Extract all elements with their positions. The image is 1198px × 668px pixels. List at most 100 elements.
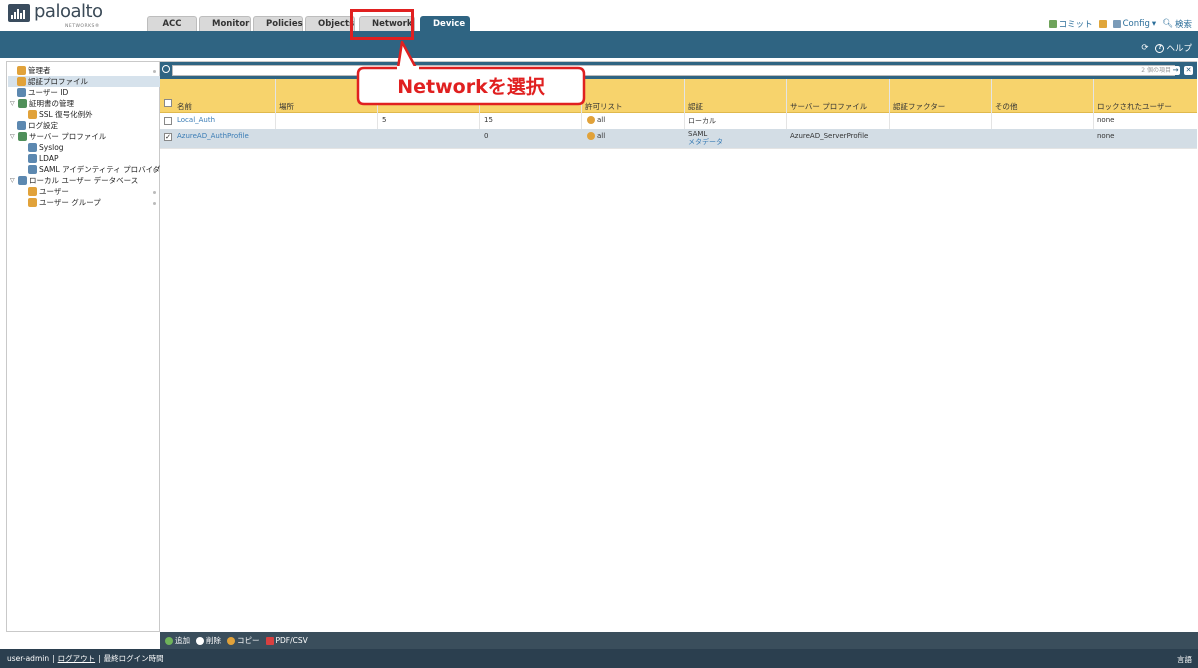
row-allow: all [587, 132, 605, 140]
row-checkbox[interactable]: ✓ [164, 133, 172, 141]
log-icon [17, 121, 26, 130]
sidebar-item-label: 管理者 [28, 66, 51, 75]
database-icon [18, 176, 27, 185]
separator: | [98, 654, 101, 663]
sidebar-item-admins[interactable]: 管理者 [17, 65, 51, 76]
lock-button[interactable] [1098, 20, 1107, 28]
sidebar-item-label: Syslog [39, 143, 64, 152]
row-checkbox[interactable] [164, 117, 172, 125]
commit-label: コミット [1058, 20, 1093, 30]
commit-button[interactable]: コミット [1048, 18, 1093, 30]
sidebar-item-label: ログ設定 [28, 121, 58, 130]
col-other[interactable]: その他 [995, 101, 1018, 112]
col-location[interactable]: 場所 [279, 101, 294, 112]
copy-button[interactable]: コピー [227, 635, 260, 646]
add-icon [165, 636, 173, 645]
tab-objects[interactable]: Objects [305, 16, 355, 31]
expand-arrow-icon[interactable]: ▽ [10, 100, 18, 107]
refresh-icon[interactable]: ⟳ [1141, 43, 1148, 53]
pdf-icon [265, 636, 274, 645]
lock-icon [28, 110, 37, 119]
col-auth-factor[interactable]: 認証ファクター [893, 101, 945, 112]
config-icon [1112, 20, 1121, 28]
col-allow-list[interactable]: 許可リスト [585, 101, 623, 112]
annotation-text: Networkを選択 [397, 76, 545, 98]
sidebar-item-auth-profile[interactable]: 認証プロファイル [8, 76, 160, 87]
delete-button[interactable]: 削除 [196, 635, 221, 646]
admin-icon [17, 66, 26, 75]
copy-icon [227, 636, 235, 645]
last-login-link[interactable]: 最終ログイン時間 [104, 653, 164, 664]
tab-policies[interactable]: Policies [253, 16, 303, 31]
logout-link[interactable]: ログアウト [58, 653, 96, 664]
sidebar-item-label: ローカル ユーザー データベース [29, 176, 139, 185]
status-bar: user-admin | ログアウト | 最終ログイン時間 言語 [0, 649, 1198, 668]
sidebar-item-cert-mgmt[interactable]: ▽ 証明書の管理 [10, 98, 74, 109]
table-row[interactable]: ✓ AzureAD_AuthProfile 0 all SAML メタデータ A… [160, 129, 1197, 149]
apply-filter-icon[interactable]: → [1171, 66, 1180, 75]
expand-arrow-icon[interactable]: ▽ [10, 133, 18, 140]
sidebar-item-label: ユーザー ID [28, 88, 69, 97]
user-group-icon [587, 132, 595, 140]
logo-mark-icon [8, 4, 30, 22]
sidebar-item-log-settings[interactable]: ログ設定 [17, 120, 58, 131]
language-link[interactable]: 言語 [1177, 654, 1192, 665]
sidebar-item-user-id[interactable]: ユーザー ID [17, 87, 68, 98]
saml-icon [28, 165, 37, 174]
user-id-icon [17, 88, 26, 97]
table-header: 名前 場所 許可リスト 認証 サーバー プロファイル 認証ファクター その他 ロ… [160, 79, 1197, 113]
sidebar-item-users[interactable]: ユーザー [28, 186, 69, 197]
clear-filter-icon[interactable]: ✕ [1184, 66, 1193, 75]
sidebar-item-local-user-db[interactable]: ▽ ローカル ユーザー データベース [10, 175, 138, 186]
sidebar-item-saml-idp[interactable]: SAML アイデンティティ プロバイダ [28, 164, 160, 175]
row-name[interactable]: Local_Auth [177, 116, 215, 124]
search-icon: 🔍︎ [1162, 19, 1173, 29]
add-button[interactable]: 追加 [165, 635, 190, 646]
col-name[interactable]: 名前 [177, 101, 192, 112]
sidebar-item-user-groups[interactable]: ユーザー グループ [28, 197, 101, 208]
row-c4: 0 [484, 132, 489, 140]
help-icon: ? [1155, 43, 1165, 53]
user-icon [28, 187, 37, 196]
item-count: 2 個の項目 [1141, 67, 1171, 74]
sidebar-item-label: ユーザー [39, 187, 69, 196]
separator: | [52, 654, 55, 663]
col-server-profile[interactable]: サーバー プロファイル [790, 101, 867, 112]
sidebar-item-ssl-exclusion[interactable]: SSL 復号化例外 [28, 109, 93, 120]
annotation-callout: Networkを選択 [356, 66, 586, 106]
tab-device[interactable]: Device [420, 16, 470, 31]
expand-arrow-icon[interactable]: ▽ [10, 177, 18, 184]
search-button[interactable]: 🔍︎ 検索 [1162, 18, 1192, 30]
sidebar-item-label: SAML アイデンティティ プロバイダ [39, 165, 161, 174]
tab-monitor[interactable]: Monitor [199, 16, 251, 31]
help-button[interactable]: ? ヘルプ [1155, 42, 1192, 54]
delete-icon [196, 636, 204, 645]
commit-icon [1048, 20, 1057, 28]
copy-label: コピー [237, 636, 260, 645]
metadata-link[interactable]: メタデータ [688, 138, 723, 146]
config-dropdown[interactable]: Config ▾ [1112, 19, 1157, 29]
main-tabs: ACC Monitor Policies Objects Network Dev… [147, 16, 470, 31]
select-all-checkbox[interactable] [164, 99, 172, 107]
tab-acc[interactable]: ACC [147, 16, 197, 31]
col-auth[interactable]: 認証 [688, 101, 703, 112]
chevron-down-icon: ▾ [1151, 19, 1157, 29]
syslog-icon [28, 143, 37, 152]
sidebar-item-label: ユーザー グループ [39, 198, 101, 207]
sidebar-item-label: 認証プロファイル [28, 77, 88, 86]
top-actions: コミット Config ▾ 🔍︎ 検索 [1048, 18, 1192, 30]
sidebar-item-server-profiles[interactable]: ▽ サーバー プロファイル [10, 131, 106, 142]
sidebar-item-ldap[interactable]: LDAP [28, 153, 58, 164]
sidebar-item-syslog[interactable]: Syslog [28, 142, 64, 153]
help-label: ヘルプ [1166, 44, 1192, 54]
sidebar: 管理者 認証プロファイル ユーザー ID ▽ 証明書の管理 SSL 復号化例外 … [6, 61, 160, 632]
filter-input[interactable]: 2 個の項目 [172, 65, 1175, 76]
pdf-csv-button[interactable]: PDF/CSV [265, 636, 308, 645]
row-allow: all [587, 116, 605, 124]
paloalto-logo: paloalto NETWORKS® [8, 3, 103, 29]
row-name[interactable]: AzureAD_AuthProfile [177, 132, 249, 140]
col-locked-users[interactable]: ロックされたユーザー [1097, 101, 1172, 112]
search-icon [162, 65, 170, 73]
header-band: ⟳ ? ヘルプ [0, 31, 1198, 58]
sidebar-item-label: LDAP [39, 154, 59, 163]
